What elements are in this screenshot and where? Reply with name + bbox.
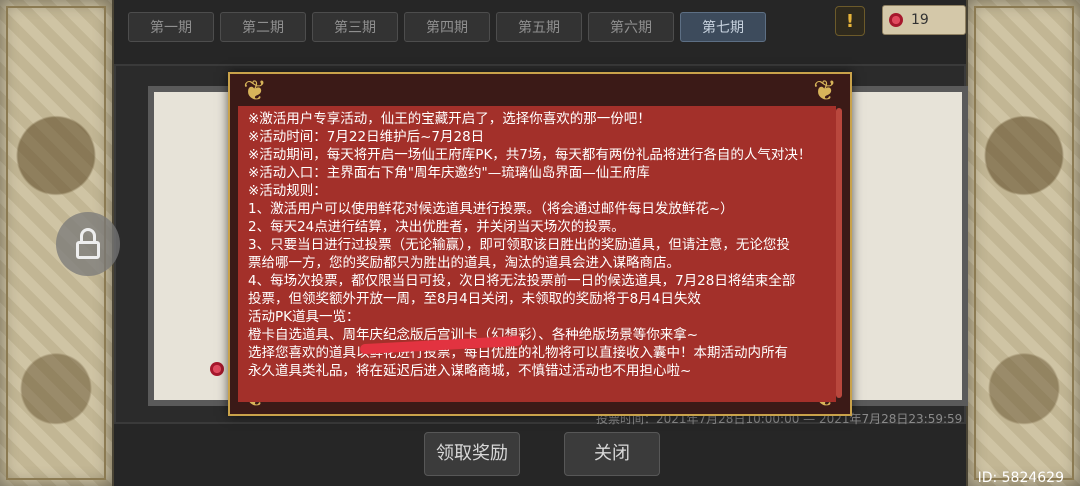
description-line: ※活动期间，每天将开启一场仙王府库PK，共7场，每天都有两份礼品将进行各自的人气…: [248, 147, 812, 163]
description-line: 选择您喜欢的道具以鲜花进行投票，每日优胜的礼物将可以直接收入囊中！本期活动内所有: [248, 345, 788, 361]
description-line: 永久道具类礼品，将在延迟后进入谋略商城，不慎错过活动也不用担心啦~: [248, 363, 692, 379]
description-line: 3、只要当日进行过投票（无论输赢），即可领取该日胜出的奖励道具，但请注意，无论您…: [248, 237, 790, 253]
flower-count: 19: [911, 12, 929, 28]
description-line: 票给哪一方，您的奖励都只为胜出的道具，淘汰的道具会进入谋略商店。: [248, 255, 680, 271]
tab-period-6[interactable]: 第六期: [588, 12, 674, 42]
tab-period-5[interactable]: 第五期: [496, 12, 582, 42]
description-line: ※活动规则：: [248, 183, 327, 199]
modal-text-area[interactable]: ※激活用户专享活动，仙王的宝藏开启了，选择你喜欢的那一份吧！ ※活动时间：7月2…: [238, 106, 836, 402]
description-line: 投票，但领奖额外开放一周，至8月4日关闭，未领取的奖励将于8月4日失效: [248, 291, 701, 307]
close-button[interactable]: 关闭: [564, 432, 660, 476]
rose-icon-small: [210, 362, 224, 376]
right-ornament-panel: [968, 0, 1080, 486]
corner-ornament-icon: ❦: [813, 74, 837, 107]
description-line: 1、激活用户可以使用鲜花对候选道具进行投票。（将会通过邮件每日发放鲜花~）: [248, 201, 734, 217]
tab-period-7[interactable]: 第七期: [680, 12, 766, 42]
description-line: ※活动入口：主界面右下角"周年庆邀约"—琉璃仙岛界面—仙王府库: [248, 165, 650, 181]
user-id-label: ID: 5824629: [977, 470, 1064, 486]
description-line: 2、每天24点进行结算，决出优胜者，并关闭当天场次的投票。: [248, 219, 625, 235]
lock-shackle: [80, 228, 96, 242]
description-line: 活动PK道具一览：: [248, 309, 360, 325]
claim-reward-button[interactable]: 领取奖励: [424, 432, 520, 476]
lock-body: [76, 241, 100, 259]
description-line: ※活动时间：7月22日维护后~7月28日: [248, 129, 485, 145]
lock-icon: [56, 212, 120, 276]
tab-period-1[interactable]: 第一期: [128, 12, 214, 42]
description-line: 4、每场次投票，都仅限当日可投，次日将无法投票前一日的候选道具，7月28日将结束…: [248, 273, 796, 289]
tab-period-4[interactable]: 第四期: [404, 12, 490, 42]
corner-ornament-icon: ❦: [243, 74, 267, 107]
tab-period-3[interactable]: 第三期: [312, 12, 398, 42]
lock-screen-button[interactable]: [56, 212, 120, 276]
period-tabs: 第一期 第二期 第三期 第四期 第五期 第六期 第七期: [128, 12, 766, 42]
warning-icon[interactable]: !: [835, 6, 865, 36]
rose-icon: [889, 13, 903, 27]
modal-scrollbar[interactable]: [836, 108, 842, 398]
description-line: 橙卡自选道具、周年庆纪念版后宫训卡（幻想彩）、各种绝版场景等你来拿~: [248, 327, 699, 343]
description-line: ※激活用户专享活动，仙王的宝藏开启了，选择你喜欢的那一份吧！: [248, 111, 651, 127]
event-description: ※激活用户专享活动，仙王的宝藏开启了，选择你喜欢的那一份吧！ ※活动时间：7月2…: [248, 110, 834, 380]
right-ornament-frame: [974, 6, 1074, 480]
event-info-modal: ❦ ❦ ❦ ❦ ※激活用户专享活动，仙王的宝藏开启了，选择你喜欢的那一份吧！ ※…: [228, 72, 852, 416]
tab-period-2[interactable]: 第二期: [220, 12, 306, 42]
flower-counter: 19: [882, 5, 966, 35]
